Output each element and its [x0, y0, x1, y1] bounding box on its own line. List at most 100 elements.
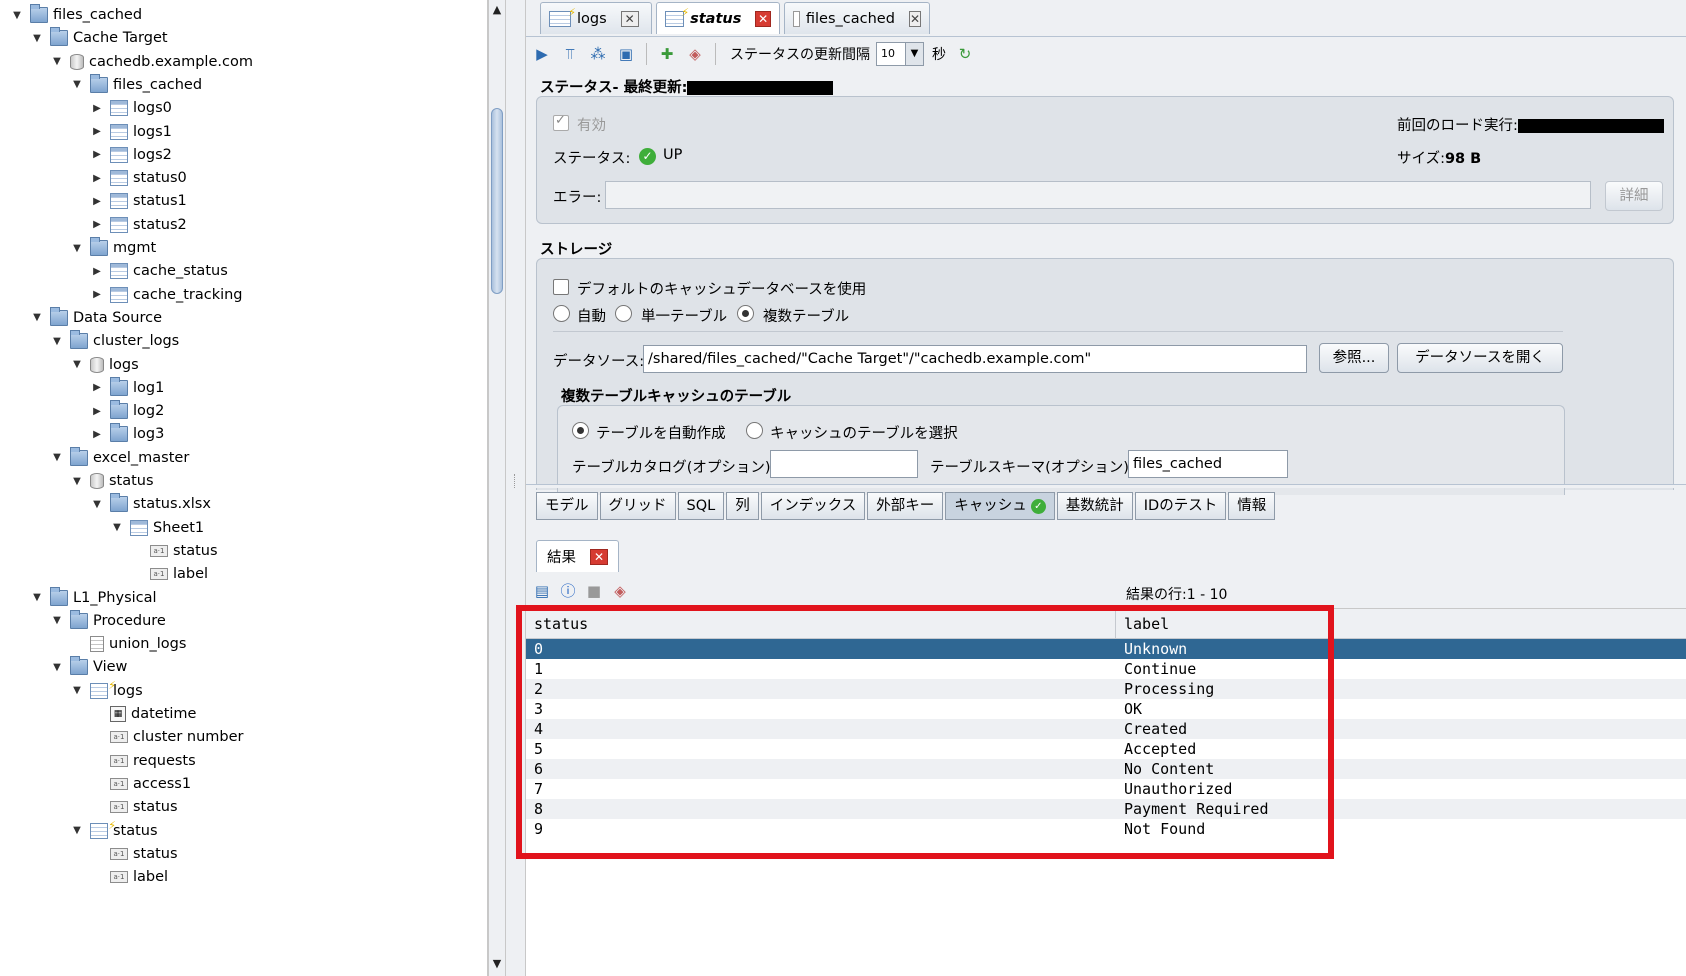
save-icon[interactable]: ▣ — [615, 43, 637, 65]
refresh-cache-icon[interactable]: ✚ — [656, 43, 678, 65]
radio-multi-table[interactable] — [737, 305, 754, 322]
tree-node[interactable]: a·1 cluster number — [90, 726, 244, 748]
radio-single-table[interactable] — [615, 305, 632, 322]
collapsed-toggle-icon[interactable]: ▶ — [90, 125, 104, 139]
collapsed-toggle-icon[interactable]: ▶ — [90, 264, 104, 278]
scrollbar-thumb[interactable] — [491, 108, 503, 294]
tree-node[interactable]: ▼ status — [70, 470, 154, 492]
collapsed-toggle-icon[interactable]: ▶ — [90, 427, 104, 441]
expanded-toggle-icon[interactable]: ▼ — [70, 474, 84, 488]
tree-node[interactable]: ▼ cachedb.example.com — [50, 51, 253, 73]
tree-node[interactable]: a·1 status — [90, 796, 178, 818]
clear-cache-icon[interactable]: ◈ — [684, 43, 706, 65]
model-icon[interactable]: ⁂ — [587, 43, 609, 65]
close-icon[interactable]: ✕ — [755, 10, 771, 27]
export-icon[interactable]: ▤ — [531, 580, 553, 602]
tree-node[interactable]: ▼ Cache Target — [30, 27, 168, 49]
bottom-tab[interactable]: 基数統計 — [1056, 492, 1133, 520]
error-field[interactable] — [605, 181, 1591, 209]
bottom-tab[interactable]: IDのテスト — [1134, 492, 1227, 520]
collapsed-toggle-icon[interactable]: ▶ — [90, 381, 104, 395]
browse-button[interactable]: 参照... — [1319, 343, 1389, 373]
expanded-toggle-icon[interactable]: ▼ — [70, 358, 84, 372]
bottom-tab[interactable]: グリッド — [599, 492, 676, 520]
tree-node[interactable]: a·1 status — [130, 540, 218, 562]
use-default-cache-checkbox[interactable] — [553, 279, 569, 295]
collapsed-toggle-icon[interactable]: ▶ — [90, 101, 104, 115]
bottom-tab[interactable]: 列 — [726, 492, 759, 520]
tree-node[interactable]: ▶ logs1 — [90, 121, 172, 143]
close-icon[interactable]: ✕ — [908, 10, 921, 27]
bottom-tab[interactable]: SQL — [677, 492, 725, 520]
close-icon[interactable]: ✕ — [620, 10, 639, 27]
tree-scrollbar[interactable]: ▲ ▼ — [488, 0, 506, 976]
collapsed-toggle-icon[interactable]: ▶ — [90, 194, 104, 208]
tab-result[interactable]: 結果 ✕ — [536, 540, 619, 572]
expanded-toggle-icon[interactable]: ▼ — [70, 241, 84, 255]
play-icon[interactable]: ▶ — [531, 43, 553, 65]
radio-auto-create-table[interactable] — [572, 422, 589, 439]
tree-node[interactable]: a·1 label — [90, 866, 168, 888]
tree-node[interactable]: union_logs — [70, 633, 186, 655]
tree-node[interactable]: ▶ cache_tracking — [90, 284, 243, 306]
tree-node[interactable]: a·1 status — [90, 843, 178, 865]
tree-node[interactable]: ▶ log1 — [90, 376, 164, 399]
resource-tree[interactable]: ▼ files_cached ▼ Cache Target ▼ cachedb.examp… — [0, 0, 488, 976]
radio-auto[interactable] — [553, 305, 570, 322]
expanded-toggle-icon[interactable]: ▼ — [50, 614, 64, 628]
tab-status[interactable]: status ✕ — [656, 2, 780, 34]
expanded-toggle-icon[interactable]: ▼ — [70, 824, 84, 838]
tree-node[interactable]: a·1 access1 — [90, 773, 191, 795]
tree-node[interactable]: ▼ Sheet1 — [110, 517, 204, 539]
tree-node[interactable]: ▶ logs0 — [90, 97, 172, 119]
collapsed-toggle-icon[interactable]: ▶ — [90, 288, 104, 302]
tree-node[interactable]: ▼ status — [70, 819, 158, 842]
tree-node[interactable]: ▼ Data Source — [30, 306, 162, 329]
tree-node[interactable]: ▦ datetime — [90, 703, 196, 725]
tree-node[interactable]: ▶ status1 — [90, 190, 187, 212]
tree-node[interactable]: ▶ status0 — [90, 167, 187, 189]
tree-node[interactable]: a·1 label — [130, 563, 208, 585]
tree-node[interactable]: a·1 requests — [90, 750, 196, 772]
scroll-down-arrow-icon[interactable]: ▼ — [489, 956, 505, 972]
clear-results-icon[interactable]: ◈ — [609, 580, 631, 602]
catalog-field[interactable] — [770, 450, 918, 478]
bottom-tab[interactable]: 外部キー — [867, 492, 944, 520]
tree-node[interactable]: ▶ log2 — [90, 400, 164, 422]
radio-select-cache-table[interactable] — [746, 422, 763, 439]
bottom-tab[interactable]: キャッシュ ✓ — [945, 492, 1055, 520]
tree-node[interactable]: ▶ log3 — [90, 423, 164, 445]
tree-node[interactable]: ▼ logs — [70, 679, 143, 702]
expanded-toggle-icon[interactable]: ▼ — [50, 334, 64, 348]
tree-node[interactable]: ▼ L1_Physical — [30, 586, 157, 609]
execute-plan-icon[interactable]: ⫪ — [559, 43, 581, 65]
tree-node[interactable]: ▼ Procedure — [50, 609, 166, 632]
tree-node[interactable]: ▶ logs2 — [90, 144, 172, 166]
expanded-toggle-icon[interactable]: ▼ — [10, 8, 24, 22]
close-icon[interactable]: ✕ — [590, 548, 608, 565]
chevron-down-icon[interactable]: ▼ — [905, 42, 923, 65]
scroll-up-arrow-icon[interactable]: ▲ — [489, 2, 505, 18]
open-datasource-button[interactable]: データソースを開く — [1397, 343, 1563, 373]
bottom-tab[interactable]: インデックス — [760, 492, 866, 520]
tree-node[interactable]: ▶ cache_status — [90, 260, 228, 282]
tree-node[interactable]: ▼ cluster_logs — [50, 330, 179, 352]
tree-node[interactable]: ▼ files_cached — [10, 4, 142, 26]
expanded-toggle-icon[interactable]: ▼ — [70, 684, 84, 698]
tree-node[interactable]: ▼ View — [50, 656, 127, 678]
expanded-toggle-icon[interactable]: ▼ — [50, 660, 64, 674]
datasource-field[interactable]: /shared/files_cached/"Cache Target"/"cac… — [643, 345, 1307, 373]
detail-button[interactable]: 詳細 — [1605, 181, 1663, 211]
tree-node[interactable]: ▶ status2 — [90, 214, 187, 236]
expanded-toggle-icon[interactable]: ▼ — [70, 78, 84, 92]
info-icon[interactable]: ⓘ — [557, 580, 579, 602]
tree-node[interactable]: ▼ excel_master — [50, 446, 189, 469]
expanded-toggle-icon[interactable]: ▼ — [30, 591, 44, 605]
expanded-toggle-icon[interactable]: ▼ — [110, 521, 124, 535]
expanded-toggle-icon[interactable]: ▼ — [50, 55, 64, 69]
tree-node[interactable]: ▼ mgmt — [70, 237, 156, 259]
splitter-bar[interactable] — [526, 484, 1686, 488]
expanded-toggle-icon[interactable]: ▼ — [90, 497, 104, 511]
refresh-interval-select[interactable]: 10 ▼ — [876, 41, 924, 66]
bottom-tab[interactable]: モデル — [536, 492, 598, 520]
